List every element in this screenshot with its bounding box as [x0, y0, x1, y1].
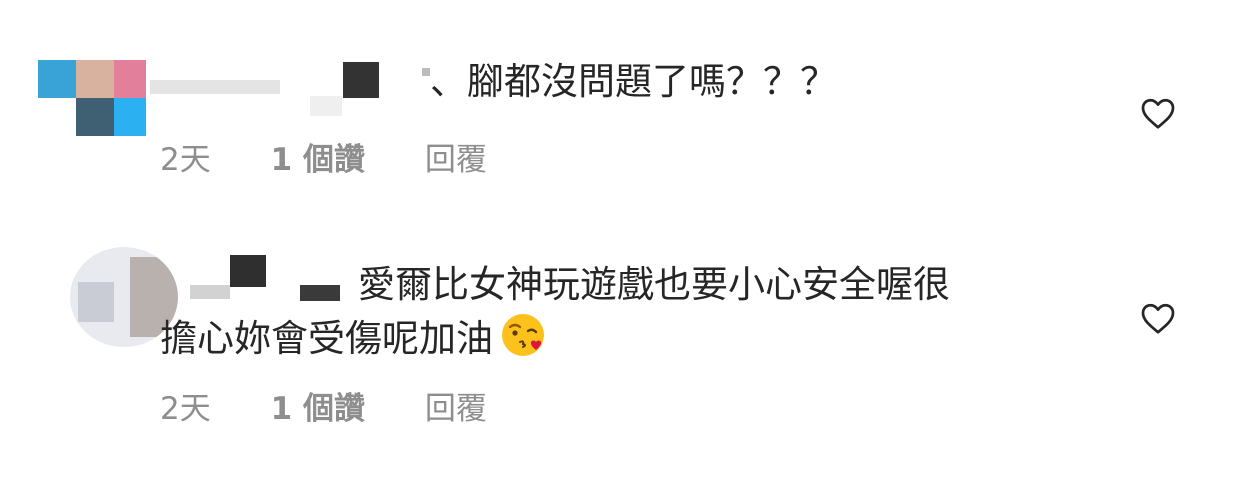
- comment-text-line-1: 愛爾比女神玩遊戲也要小心安全喔很: [358, 263, 950, 306]
- comment-timestamp: 2天: [160, 391, 211, 427]
- username-blurred[interactable]: [150, 58, 450, 116]
- avatar[interactable]: [38, 48, 146, 148]
- reply-button[interactable]: 回覆: [425, 142, 487, 178]
- comment-text: 、腳都沒問題了嗎？？？: [430, 60, 837, 103]
- heart-outline-icon[interactable]: [1140, 301, 1176, 335]
- reply-button[interactable]: 回覆: [425, 391, 487, 427]
- heart-outline-icon[interactable]: [1140, 96, 1176, 130]
- comment-meta: 2天 1 個讚 回覆: [160, 134, 487, 179]
- comment-text: 愛爾比女神玩遊戲也要小心安全喔很 擔心妳會受傷呢加油: [160, 259, 950, 365]
- comment-item: 、腳都沒問題了嗎？？？ 2天 1 個讚 回覆: [0, 0, 1242, 200]
- comment-timestamp: 2天: [160, 142, 211, 178]
- kissing-face-with-heart-emoji: [502, 314, 544, 356]
- likes-count[interactable]: 1 個讚: [271, 391, 365, 427]
- comment-item: 愛爾比女神玩遊戲也要小心安全喔很 擔心妳會受傷呢加油 2天 1 個讚 回覆: [0, 215, 1242, 478]
- comment-text-line-2: 擔心妳會受傷呢加油: [160, 311, 950, 365]
- likes-count[interactable]: 1 個讚: [271, 142, 365, 178]
- comment-meta: 2天 1 個讚 回覆: [160, 383, 487, 428]
